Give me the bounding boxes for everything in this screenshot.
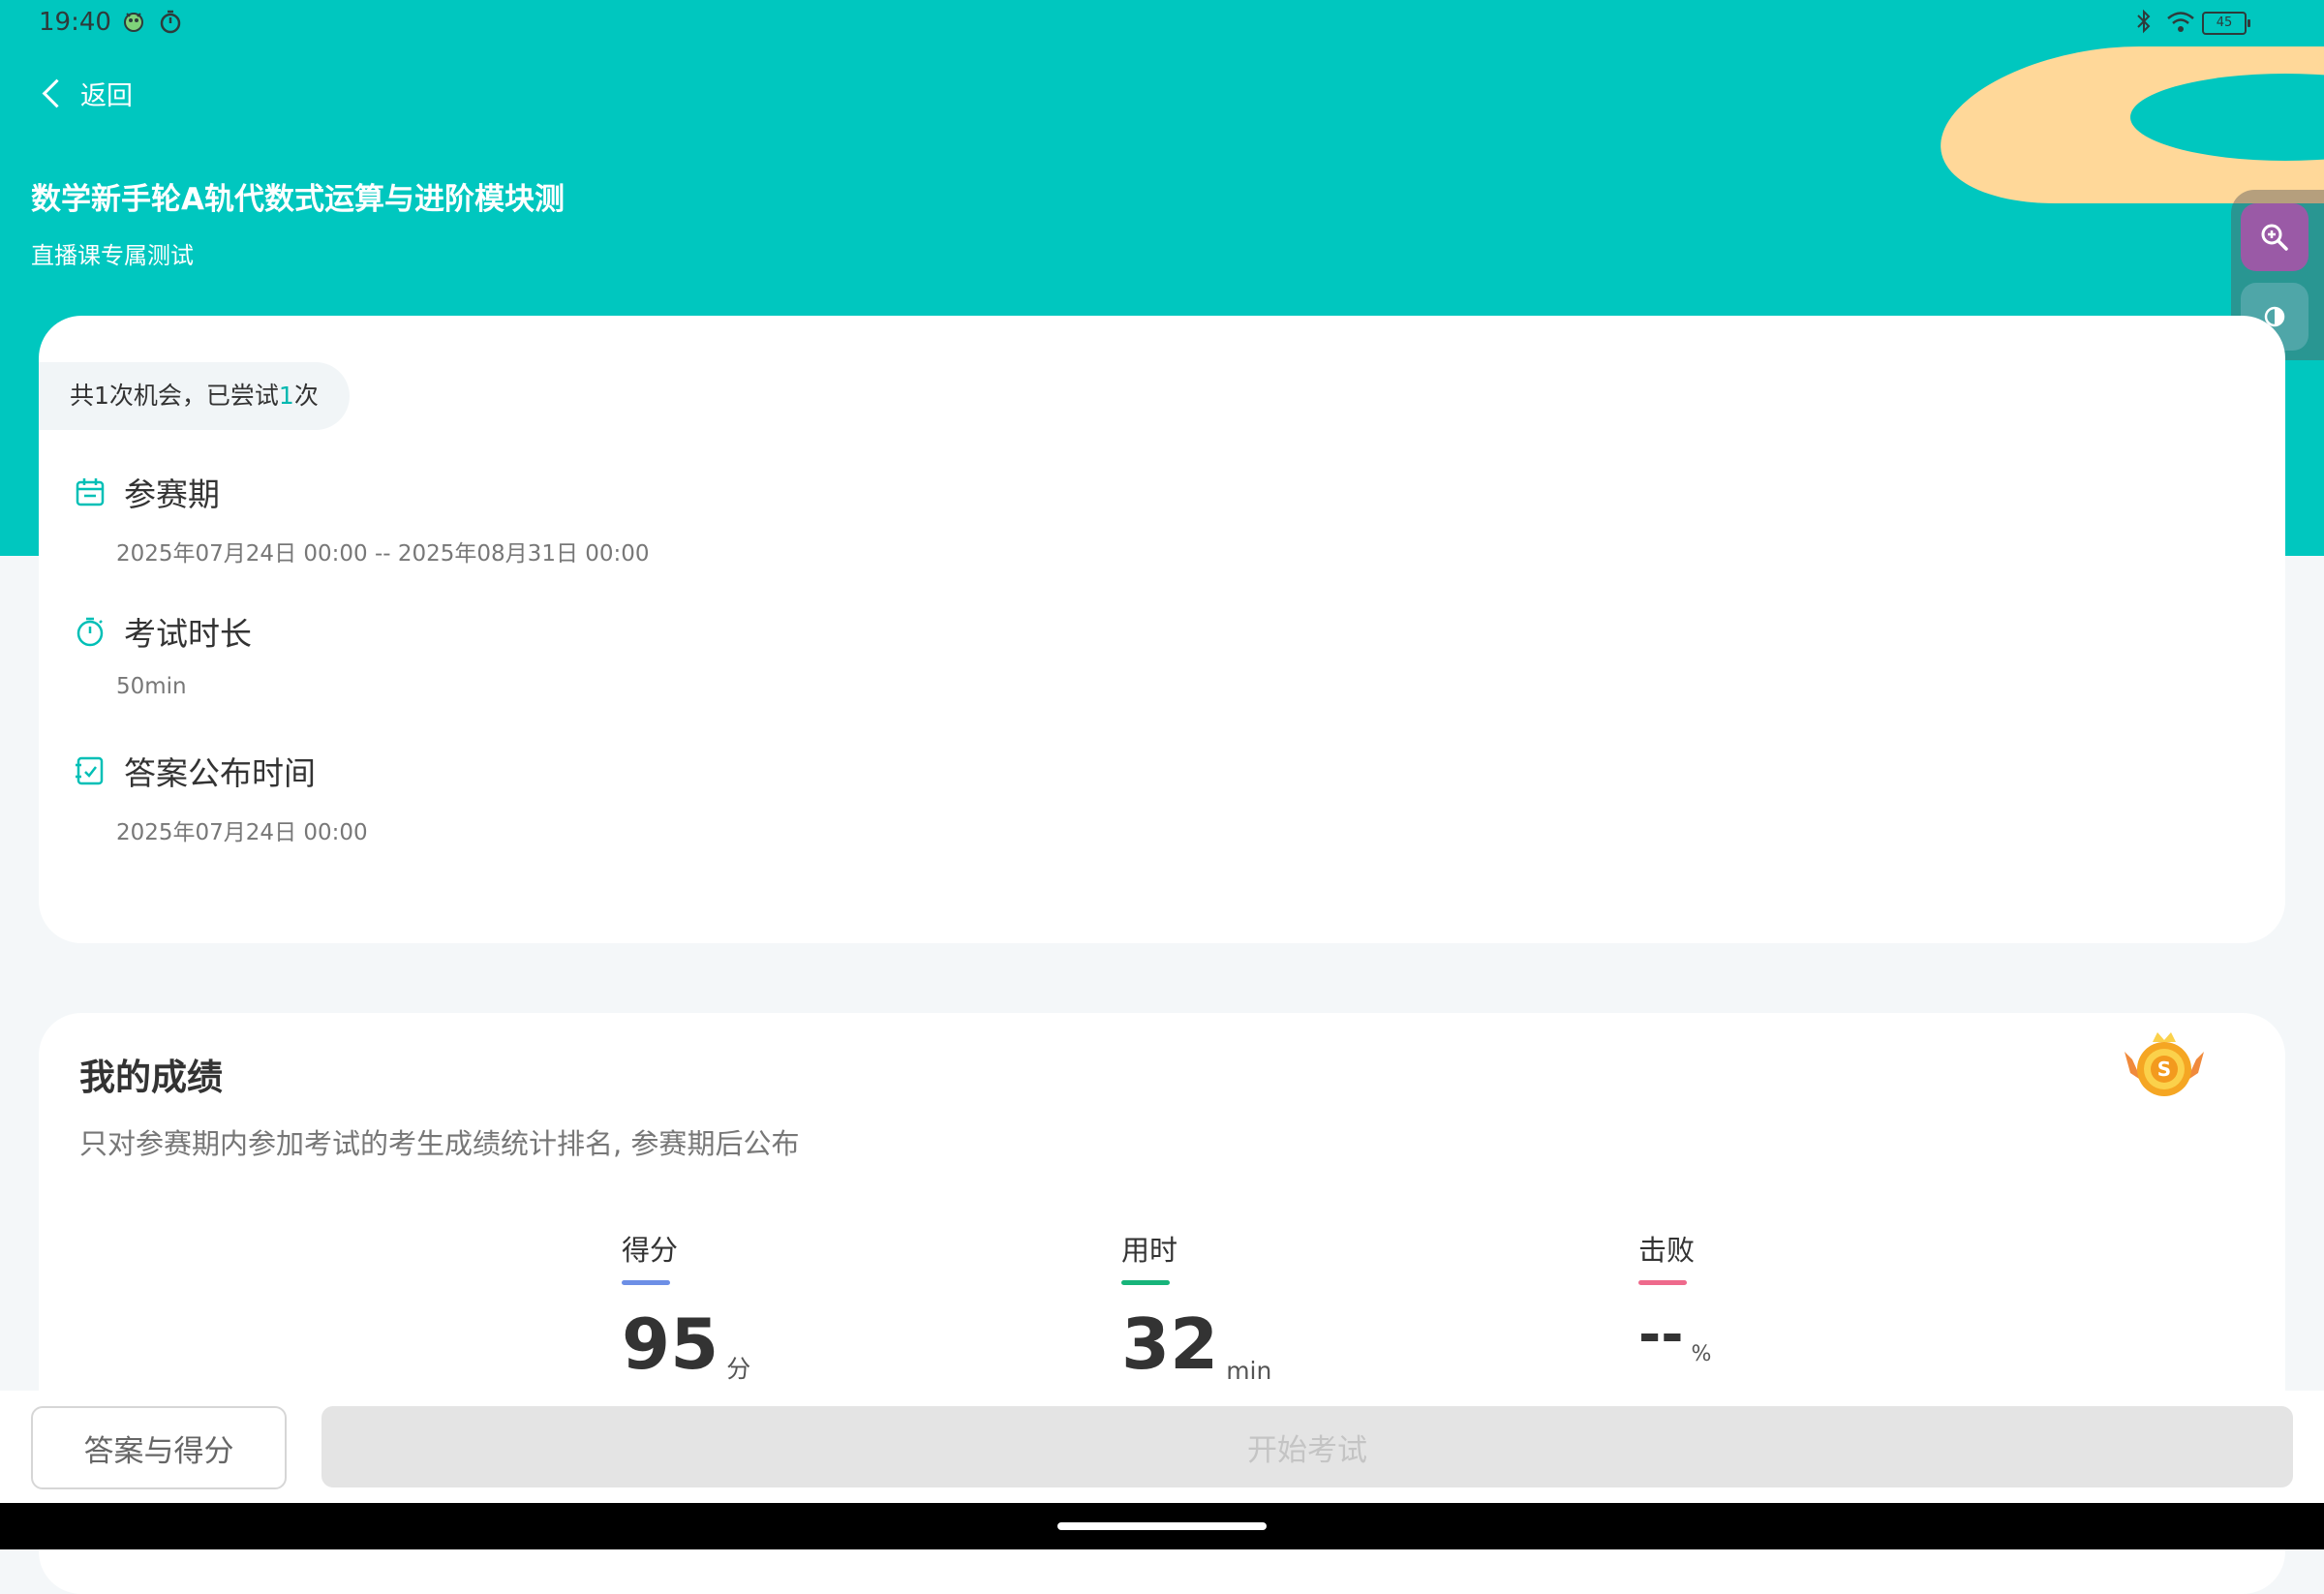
bottom-action-bar: 答案与得分 开始考试 [0, 1391, 2324, 1503]
period-value: 2025年07月24日 00:00 -- 2025年08月31日 00:00 [116, 541, 650, 567]
svg-text:S: S [2157, 1058, 2171, 1081]
time-unit: min [1226, 1357, 1272, 1385]
duration-row: 考试时长 [74, 608, 252, 655]
beat-value: -- [1638, 1303, 1684, 1366]
answer-time-row: 答案公布时间 [74, 748, 316, 794]
page-title: 数学新手轮A轨代数式运算与进阶模块测 [31, 182, 565, 217]
start-exam-button[interactable]: 开始考试 [321, 1406, 2293, 1487]
back-button[interactable]: 返回 [39, 72, 133, 114]
zoom-in-icon [2261, 224, 2288, 251]
attempts-suffix: 次 [293, 382, 319, 410]
duration-value: 50min [116, 674, 187, 699]
wifi-icon [2165, 8, 2196, 41]
back-label: 返回 [80, 80, 133, 111]
score-readout: 95 分 [622, 1303, 750, 1385]
duration-label: 考试时长 [124, 615, 252, 653]
beat-readout: -- % [1638, 1303, 1711, 1366]
bluetooth-icon [2134, 8, 2154, 41]
beat-unit: % [1691, 1342, 1712, 1366]
beat-underline [1638, 1280, 1687, 1285]
score-label: 得分 [622, 1234, 679, 1267]
period-row: 参赛期 [74, 469, 220, 515]
score-underline [622, 1280, 670, 1285]
status-time: 19:40 [39, 8, 111, 37]
timer-status-icon [157, 8, 184, 41]
stat-time: 用时 [1121, 1228, 1177, 1285]
system-nav-bar [0, 1503, 2324, 1549]
battery-indicator: 45 [2202, 12, 2250, 35]
time-label: 用时 [1121, 1234, 1178, 1267]
medal-icon: S [2121, 1023, 2208, 1114]
attempts-prefix: 共1次机会，已尝试 [70, 382, 279, 410]
answer-time-label: 答案公布时间 [124, 754, 316, 792]
time-value: 32 [1121, 1303, 1219, 1385]
attempts-count: 1 [278, 382, 294, 410]
stopwatch-icon [76, 617, 104, 647]
score-unit: 分 [726, 1355, 751, 1383]
score-value: 95 [622, 1303, 719, 1385]
exam-info-card: 共1次机会，已尝试1次 参赛期 2025年07月24日 00:00 -- 202… [39, 316, 2285, 943]
stat-beat: 击败 [1638, 1228, 1695, 1285]
app-notification-icon [120, 8, 147, 41]
time-underline [1121, 1280, 1170, 1285]
attempts-badge: 共1次机会，已尝试1次 [39, 362, 350, 430]
time-readout: 32 min [1121, 1303, 1271, 1385]
period-label: 参赛期 [124, 475, 220, 513]
checklist-icon [76, 756, 104, 785]
chevron-left-icon [42, 78, 72, 107]
answer-time-value: 2025年07月24日 00:00 [116, 820, 368, 845]
stat-score: 得分 [622, 1228, 678, 1285]
page-subtitle: 直播课专属测试 [31, 242, 194, 269]
score-card-note: 只对参赛期内参加考试的考生成绩统计排名, 参赛期后公布 [79, 1127, 800, 1160]
answers-and-scores-button[interactable]: 答案与得分 [31, 1406, 287, 1489]
zoom-button[interactable] [2241, 203, 2309, 271]
calendar-icon [76, 478, 105, 506]
home-indicator[interactable] [1057, 1522, 1267, 1530]
score-card-title: 我的成绩 [79, 1057, 223, 1098]
beat-label: 击败 [1638, 1234, 1696, 1267]
